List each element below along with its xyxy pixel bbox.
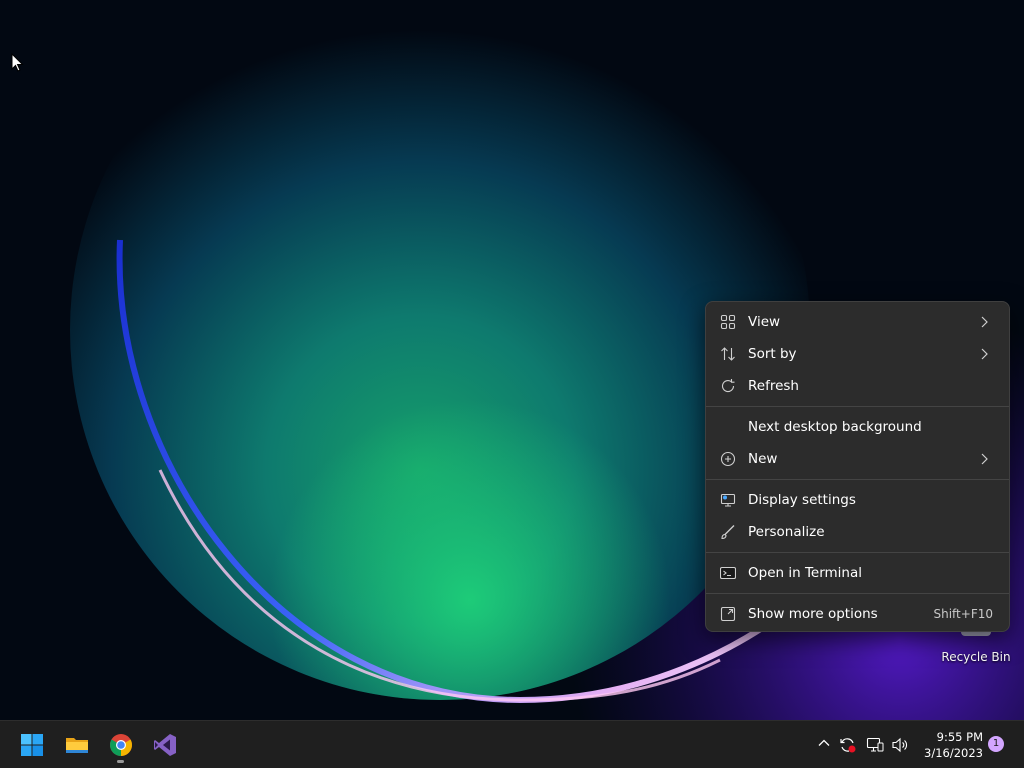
mouse-cursor-icon	[11, 53, 24, 72]
display-icon	[720, 493, 736, 507]
menu-item-sort-by[interactable]: Sort by	[710, 338, 1005, 370]
menu-item-refresh[interactable]: Refresh	[710, 370, 1005, 402]
chevron-right-icon	[981, 316, 988, 328]
chrome-icon	[110, 734, 132, 756]
menu-item-label: Personalize	[748, 524, 825, 540]
menu-separator	[706, 552, 1009, 553]
chevron-right-icon	[981, 348, 988, 360]
terminal-icon	[720, 566, 736, 580]
menu-item-label: View	[748, 314, 781, 330]
menu-separator	[706, 593, 1009, 594]
notification-badge[interactable]: 1	[988, 736, 1004, 752]
menu-item-label: Display settings	[748, 492, 856, 508]
clock-time: 9:55 PM	[936, 730, 983, 744]
taskbar: 9:55 PM 3/16/2023	[0, 720, 1024, 768]
sort-icon	[721, 347, 735, 361]
menu-separator	[706, 479, 1009, 480]
menu-item-personalize[interactable]: Personalize	[710, 516, 1005, 548]
running-indicator	[117, 760, 124, 763]
menu-item-label: Next desktop background	[748, 419, 922, 435]
taskbar-file-explorer[interactable]	[59, 727, 95, 763]
visual-studio-icon	[154, 734, 176, 756]
menu-item-open-in-terminal[interactable]: Open in Terminal	[710, 557, 1005, 589]
grid-view-icon	[720, 314, 736, 330]
menu-item-label: Show more options	[748, 606, 878, 622]
menu-item-label: Open in Terminal	[748, 565, 862, 581]
chevron-up-icon[interactable]	[817, 736, 831, 750]
chevron-right-icon	[981, 453, 988, 465]
menu-separator	[706, 406, 1009, 407]
plus-circle-icon	[720, 451, 736, 467]
shortcut-hint: Shift+F10	[933, 607, 993, 621]
menu-item-show-more-options[interactable]: Show more options Shift+F10	[710, 598, 1005, 630]
menu-item-display-settings[interactable]: Display settings	[710, 484, 1005, 516]
taskbar-visual-studio[interactable]	[147, 727, 183, 763]
network-icon[interactable]	[866, 736, 884, 754]
start-button[interactable]	[14, 727, 50, 763]
system-clock[interactable]: 9:55 PM 3/16/2023	[915, 729, 983, 761]
menu-item-label: Sort by	[748, 346, 797, 362]
refresh-icon	[721, 379, 735, 393]
brush-icon	[721, 525, 735, 540]
expand-icon	[720, 606, 736, 622]
taskbar-chrome[interactable]	[103, 727, 139, 763]
volume-icon[interactable]	[891, 736, 909, 754]
windows-start-icon	[21, 734, 43, 756]
menu-item-label: Refresh	[748, 378, 799, 394]
menu-item-next-desktop-background[interactable]: Next desktop background	[710, 411, 1005, 443]
sync-error-icon[interactable]	[839, 736, 857, 754]
folder-icon	[66, 738, 88, 753]
menu-item-new[interactable]: New	[710, 443, 1005, 475]
menu-item-view[interactable]: View	[710, 306, 1005, 338]
menu-item-label: New	[748, 451, 778, 467]
desktop-context-menu: View Sort by Refresh Next desktop backgr…	[705, 301, 1010, 632]
recycle-bin-label: Recycle Bin	[941, 650, 1011, 664]
clock-date: 3/16/2023	[924, 746, 983, 760]
